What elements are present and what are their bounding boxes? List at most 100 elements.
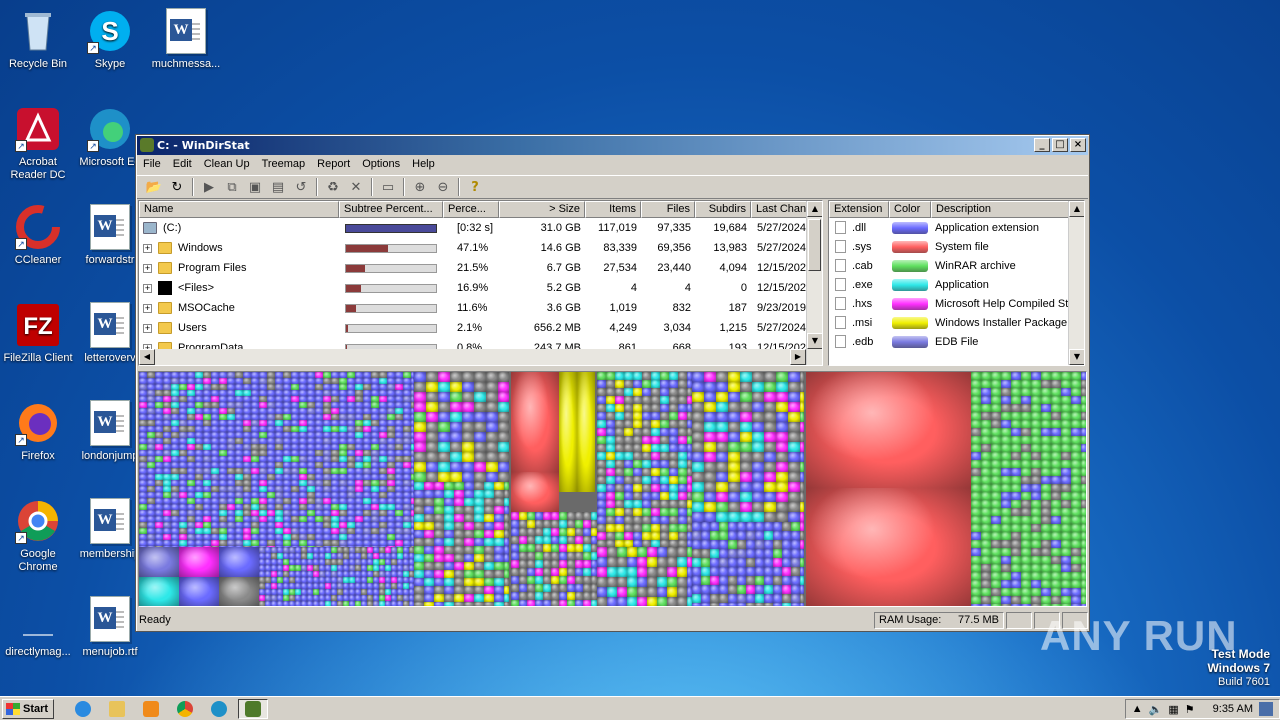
treemap-tile[interactable] [788, 432, 800, 442]
treemap-tile[interactable] [484, 538, 494, 546]
treemap-tile[interactable] [486, 372, 498, 382]
treemap-tile[interactable] [486, 432, 498, 442]
treemap-tile[interactable] [438, 462, 450, 472]
treemap-tile[interactable] [575, 568, 583, 576]
treemap-tile[interactable] [651, 420, 660, 428]
treemap-tile[interactable] [764, 462, 776, 472]
treemap-tile[interactable] [716, 452, 728, 462]
treemap-tile[interactable] [615, 428, 624, 436]
treemap-tile[interactable] [474, 594, 484, 602]
treemap-tile[interactable] [424, 578, 434, 586]
treemap-tile[interactable] [606, 508, 615, 516]
treemap-tile[interactable] [764, 382, 776, 392]
treemap-tile[interactable] [426, 392, 438, 402]
treemap-tile[interactable] [737, 585, 746, 594]
treemap-tile[interactable] [624, 396, 633, 404]
treemap-tile[interactable] [669, 540, 678, 547]
treemap-tile[interactable] [728, 594, 737, 603]
treemap-tile[interactable] [1081, 412, 1086, 420]
treemap-tile[interactable] [486, 452, 498, 462]
treemap-tile[interactable] [615, 500, 624, 508]
treemap-tile[interactable] [678, 500, 687, 508]
treemap-tile[interactable] [434, 602, 444, 606]
treemap-tile[interactable] [1041, 596, 1051, 604]
treemap-tile[interactable] [752, 452, 764, 462]
taskbar-media-player[interactable] [136, 699, 166, 719]
treemap-tile[interactable] [651, 540, 660, 547]
treemap-tile[interactable] [444, 522, 454, 530]
expand-icon[interactable]: + [143, 283, 152, 293]
treemap-tile[interactable] [424, 546, 434, 554]
treemap-tile[interactable] [788, 512, 800, 522]
treemap-tile[interactable] [660, 492, 669, 500]
command-prompt-icon[interactable]: ▤ [267, 177, 289, 197]
treemap-tile[interactable] [617, 577, 627, 587]
treemap-tile[interactable] [597, 547, 607, 557]
treemap-tile[interactable] [1051, 380, 1061, 388]
treemap-tile[interactable] [414, 586, 424, 594]
treemap-tile[interactable] [606, 540, 615, 547]
treemap-tile[interactable] [414, 538, 424, 546]
treemap-tile[interactable] [511, 576, 519, 584]
treemap-tile[interactable] [719, 540, 728, 549]
treemap-tile[interactable] [764, 472, 776, 482]
treemap-tile[interactable] [462, 442, 474, 452]
treemap-tile[interactable] [981, 492, 991, 500]
treemap-tile[interactable] [651, 452, 660, 460]
treemap-tile[interactable] [971, 396, 981, 404]
treemap-tile[interactable] [474, 562, 484, 570]
treemap-tile[interactable] [669, 380, 678, 388]
treemap-tile[interactable] [669, 468, 678, 476]
treemap-tile[interactable] [474, 498, 484, 506]
treemap-tile[interactable] [444, 570, 454, 578]
treemap-tile[interactable] [444, 586, 454, 594]
treemap-tile[interactable] [716, 382, 728, 392]
treemap-tile[interactable] [991, 452, 1001, 460]
treemap-tile[interactable] [1031, 428, 1041, 436]
treemap-tile[interactable] [1071, 588, 1081, 596]
treemap-tile[interactable] [486, 392, 498, 402]
treemap-tile[interactable] [1051, 404, 1061, 412]
treemap-tile[interactable] [651, 372, 660, 380]
treemap-tile[interactable] [504, 530, 509, 538]
treemap-tile[interactable] [615, 540, 624, 547]
treemap-tile[interactable] [991, 580, 1001, 588]
treemap-tile[interactable] [1061, 596, 1071, 604]
treemap-tile[interactable] [414, 546, 424, 554]
treemap-tile[interactable] [776, 372, 788, 382]
treemap-tile[interactable] [414, 432, 426, 442]
treemap-tile[interactable] [740, 472, 752, 482]
treemap-tile[interactable] [464, 514, 474, 522]
treemap-tile[interactable] [494, 506, 504, 514]
treemap-tile[interactable] [1001, 372, 1011, 380]
treemap-tile[interactable] [454, 554, 464, 562]
treemap-tile[interactable] [606, 412, 615, 420]
treemap-tile[interactable] [1071, 380, 1081, 388]
treemap-tile[interactable] [764, 442, 776, 452]
treemap-tile[interactable] [1011, 564, 1021, 572]
treemap-tile[interactable] [1031, 596, 1041, 604]
treemap-tile[interactable] [660, 436, 669, 444]
treemap-tile[interactable] [1001, 476, 1011, 484]
treemap-tile[interactable] [1021, 468, 1031, 476]
treemap-tile[interactable] [637, 547, 647, 557]
treemap-tile[interactable] [716, 512, 728, 522]
treemap-tile[interactable] [1041, 580, 1051, 588]
treemap-tile[interactable] [678, 404, 687, 412]
treemap-tile[interactable] [450, 382, 462, 392]
menu-treemap[interactable]: Treemap [256, 156, 312, 174]
treemap-tile[interactable] [1031, 412, 1041, 420]
treemap-tile[interactable] [716, 392, 728, 402]
treemap-tile[interactable] [800, 567, 804, 576]
treemap-tile[interactable] [462, 372, 474, 382]
treemap-tile[interactable] [991, 572, 1001, 580]
treemap-tile[interactable] [971, 388, 981, 396]
treemap-tile[interactable] [755, 558, 764, 567]
treemap-tile[interactable] [692, 442, 704, 452]
treemap-tile[interactable] [494, 594, 504, 602]
treemap-tile[interactable] [1021, 428, 1031, 436]
treemap-tile[interactable] [1061, 380, 1071, 388]
treemap-tile[interactable] [494, 522, 504, 530]
treemap-tile[interactable] [1041, 476, 1051, 484]
treemap-tile[interactable] [1051, 452, 1061, 460]
